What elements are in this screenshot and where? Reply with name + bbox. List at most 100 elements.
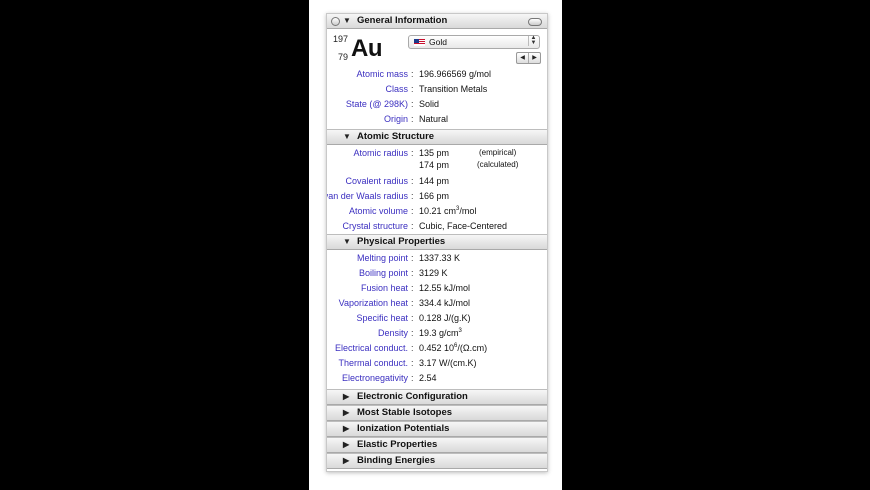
colon: :: [411, 221, 414, 231]
property-note: (empirical): [479, 148, 517, 157]
property-label: Atomic volume: [348, 206, 408, 216]
property-value: 166 pm: [419, 191, 450, 201]
previous-element-button[interactable]: ◀: [517, 53, 529, 63]
property-row: Thermal conduct. : 3.17 W/(cm.K): [327, 356, 547, 371]
property-value: 334.4 kJ/mol: [419, 298, 471, 308]
colon: :: [411, 358, 414, 368]
colon: :: [411, 373, 414, 383]
colon: :: [411, 176, 414, 186]
section-header-most-stable-isotopes[interactable]: ▶ Most Stable Isotopes: [327, 405, 547, 421]
property-value: 12.55 kJ/mol: [419, 283, 471, 293]
colon: :: [411, 298, 414, 308]
property-value: Cubic, Face-Centered: [419, 221, 508, 231]
disclosure-expanded-icon[interactable]: ▼: [343, 14, 351, 28]
section-header-physical-properties[interactable]: ▼ Physical Properties: [327, 234, 547, 250]
disclosure-collapsed-icon[interactable]: ▶: [343, 390, 349, 404]
property-value: 2.54: [419, 373, 437, 383]
section-header-ionization-potentials[interactable]: ▶ Ionization Potentials: [327, 421, 547, 437]
property-value: 196.966569 g/mol: [419, 69, 492, 79]
section-title: Electronic Configuration: [357, 391, 468, 402]
general-rows: Atomic mass : 196.966569 g/mol Class : T…: [327, 67, 547, 127]
section-header-elastic-properties[interactable]: ▶ Elastic Properties: [327, 437, 547, 453]
property-row: van der Waals radius : 166 pm: [327, 189, 547, 204]
section-title: General Information: [357, 15, 448, 26]
property-row: Density : 19.3 g/cm3: [327, 326, 547, 341]
property-row: Atomic radius : 135 pm (empirical): [327, 147, 547, 159]
toolbar-toggle-icon[interactable]: [528, 18, 542, 26]
select-arrows-icon: ▲ ▼: [528, 35, 538, 46]
colon: :: [411, 84, 414, 94]
colon: :: [411, 283, 414, 293]
section-title: Atomic Structure: [357, 131, 435, 142]
element-header: 197 79 Au Gold ▲ ▼ ◀ ▶: [327, 29, 547, 67]
disclosure-collapsed-icon[interactable]: ▶: [343, 422, 349, 436]
property-row: Class : Transition Metals: [327, 82, 547, 97]
colon: :: [411, 253, 414, 263]
property-label: Vaporization heat: [338, 298, 408, 308]
property-row: Electrical conduct. : 0.452 106/(Ω.cm): [327, 341, 547, 356]
property-label: Origin: [383, 114, 408, 124]
property-row: Boiling point : 3129 K: [327, 266, 547, 281]
property-label: Boiling point: [358, 268, 408, 278]
property-label: Specific heat: [356, 313, 408, 323]
property-value: 3129 K: [419, 268, 448, 278]
section-header-binding-energies[interactable]: ▶ Binding Energies: [327, 453, 547, 469]
property-label: State (@ 298K): [345, 99, 408, 109]
property-label: Class: [385, 84, 408, 94]
property-label: Electrical conduct.: [334, 343, 408, 353]
atomic-number: 79: [338, 52, 349, 62]
section-header-electronic-configuration[interactable]: ▶ Electronic Configuration: [327, 389, 547, 405]
property-value: 3.17 W/(cm.K): [419, 358, 477, 368]
colon: :: [411, 191, 414, 201]
property-value: 135 pm: [419, 148, 450, 158]
colon: :: [411, 328, 414, 338]
property-note: (calculated): [477, 160, 519, 169]
property-label: Crystal structure: [342, 221, 408, 231]
colon: :: [411, 99, 414, 109]
property-row: Covalent radius : 144 pm: [327, 174, 547, 189]
property-label: Covalent radius: [345, 176, 408, 186]
property-row: Origin : Natural: [327, 112, 547, 127]
property-value: Transition Metals: [419, 84, 488, 94]
section-title: Most Stable Isotopes: [357, 407, 453, 418]
section-header-general[interactable]: ▼ General Information: [327, 14, 547, 29]
property-row: Specific heat : 0.128 J/(g.K): [327, 311, 547, 326]
element-inspector-panel: ▼ General Information 197 79 Au Gold ▲ ▼ …: [326, 13, 548, 472]
property-label: Melting point: [356, 253, 408, 263]
property-label: Fusion heat: [360, 283, 408, 293]
property-value: 144 pm: [419, 176, 450, 186]
disclosure-collapsed-icon[interactable]: ▶: [343, 438, 349, 452]
property-label: Electronegativity: [341, 373, 408, 383]
colon: :: [411, 268, 414, 278]
property-value: Solid: [419, 99, 440, 109]
property-row: Atomic volume : 10.21 cm3/mol: [327, 204, 547, 219]
property-row: State (@ 298K) : Solid: [327, 97, 547, 112]
colon: :: [411, 114, 414, 124]
screenshot-backdrop: ▼ General Information 197 79 Au Gold ▲ ▼ …: [309, 0, 562, 490]
disclosure-collapsed-icon[interactable]: ▶: [343, 454, 349, 468]
property-value: 1337.33 K: [419, 253, 461, 263]
close-icon[interactable]: [331, 17, 340, 26]
property-value: 10.21 cm3/mol: [419, 206, 477, 216]
colon: :: [411, 148, 414, 158]
colon: :: [411, 69, 414, 79]
property-value: 0.452 106/(Ω.cm): [419, 343, 488, 353]
disclosure-collapsed-icon[interactable]: ▶: [343, 406, 349, 420]
section-title: Ionization Potentials: [357, 423, 450, 434]
section-title: Binding Energies: [357, 455, 436, 466]
property-row: 174 pm (calculated): [327, 159, 547, 171]
element-select[interactable]: Gold ▲ ▼: [408, 35, 540, 49]
element-stepper[interactable]: ◀ ▶: [516, 52, 541, 64]
us-flag-icon: [414, 39, 425, 46]
property-value: 19.3 g/cm3: [419, 328, 462, 338]
property-label: van der Waals radius: [326, 191, 408, 201]
property-row: Vaporization heat : 334.4 kJ/mol: [327, 296, 547, 311]
property-value: 0.128 J/(g.K): [419, 313, 471, 323]
section-header-atomic-structure[interactable]: ▼ Atomic Structure: [327, 129, 547, 145]
next-element-button[interactable]: ▶: [529, 53, 540, 63]
disclosure-expanded-icon[interactable]: ▼: [343, 130, 351, 144]
disclosure-expanded-icon[interactable]: ▼: [343, 235, 351, 249]
property-label: Atomic radius: [353, 148, 408, 158]
property-row: Crystal structure : Cubic, Face-Centered: [327, 219, 547, 234]
property-label: Thermal conduct.: [338, 358, 408, 368]
